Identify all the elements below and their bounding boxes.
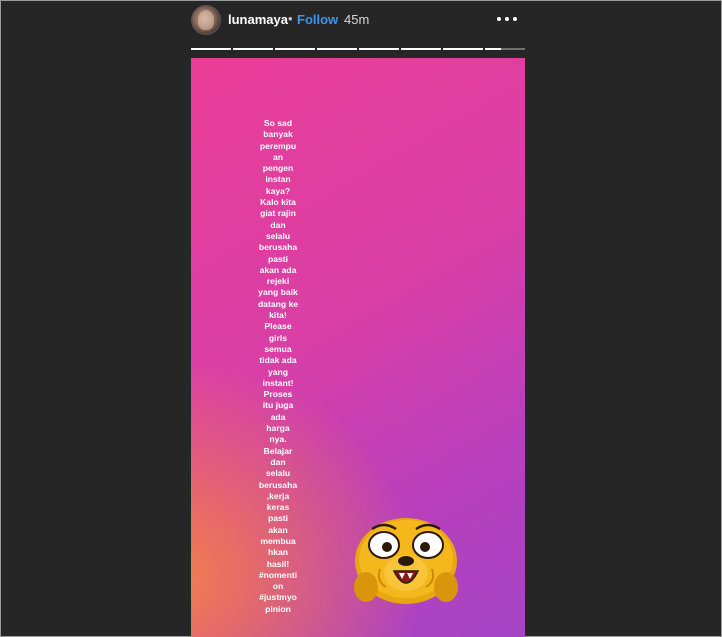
jake-the-dog-sticker bbox=[354, 518, 458, 604]
post-time: 45m bbox=[344, 12, 370, 27]
progress-segment-fill bbox=[443, 48, 483, 50]
progress-segment-fill bbox=[191, 48, 231, 50]
user-avatar[interactable] bbox=[191, 5, 221, 35]
progress-segment-fill bbox=[485, 48, 501, 50]
username-link[interactable]: lunamaya bbox=[228, 12, 288, 27]
progress-segment bbox=[443, 48, 483, 50]
progress-segment bbox=[401, 48, 441, 50]
progress-segment bbox=[317, 48, 357, 50]
follow-button[interactable]: Follow bbox=[297, 12, 338, 27]
progress-segment bbox=[191, 48, 231, 50]
progress-segment bbox=[275, 48, 315, 50]
story-header: lunamaya • Follow 45m bbox=[191, 5, 525, 37]
progress-segment bbox=[233, 48, 273, 50]
progress-segment-fill bbox=[359, 48, 399, 50]
separator-dot: • bbox=[288, 11, 293, 26]
progress-segment bbox=[485, 48, 525, 50]
progress-segment-fill bbox=[233, 48, 273, 50]
progress-segment-fill bbox=[401, 48, 441, 50]
progress-segment-fill bbox=[317, 48, 357, 50]
more-options-icon[interactable] bbox=[497, 15, 517, 23]
story-caption: So sad banyak perempu an pengen instan k… bbox=[257, 118, 299, 614]
progress-segment bbox=[359, 48, 399, 50]
story-progress-bar bbox=[191, 48, 525, 50]
progress-segment-fill bbox=[275, 48, 315, 50]
story-content[interactable]: So sad banyak perempu an pengen instan k… bbox=[191, 58, 525, 637]
